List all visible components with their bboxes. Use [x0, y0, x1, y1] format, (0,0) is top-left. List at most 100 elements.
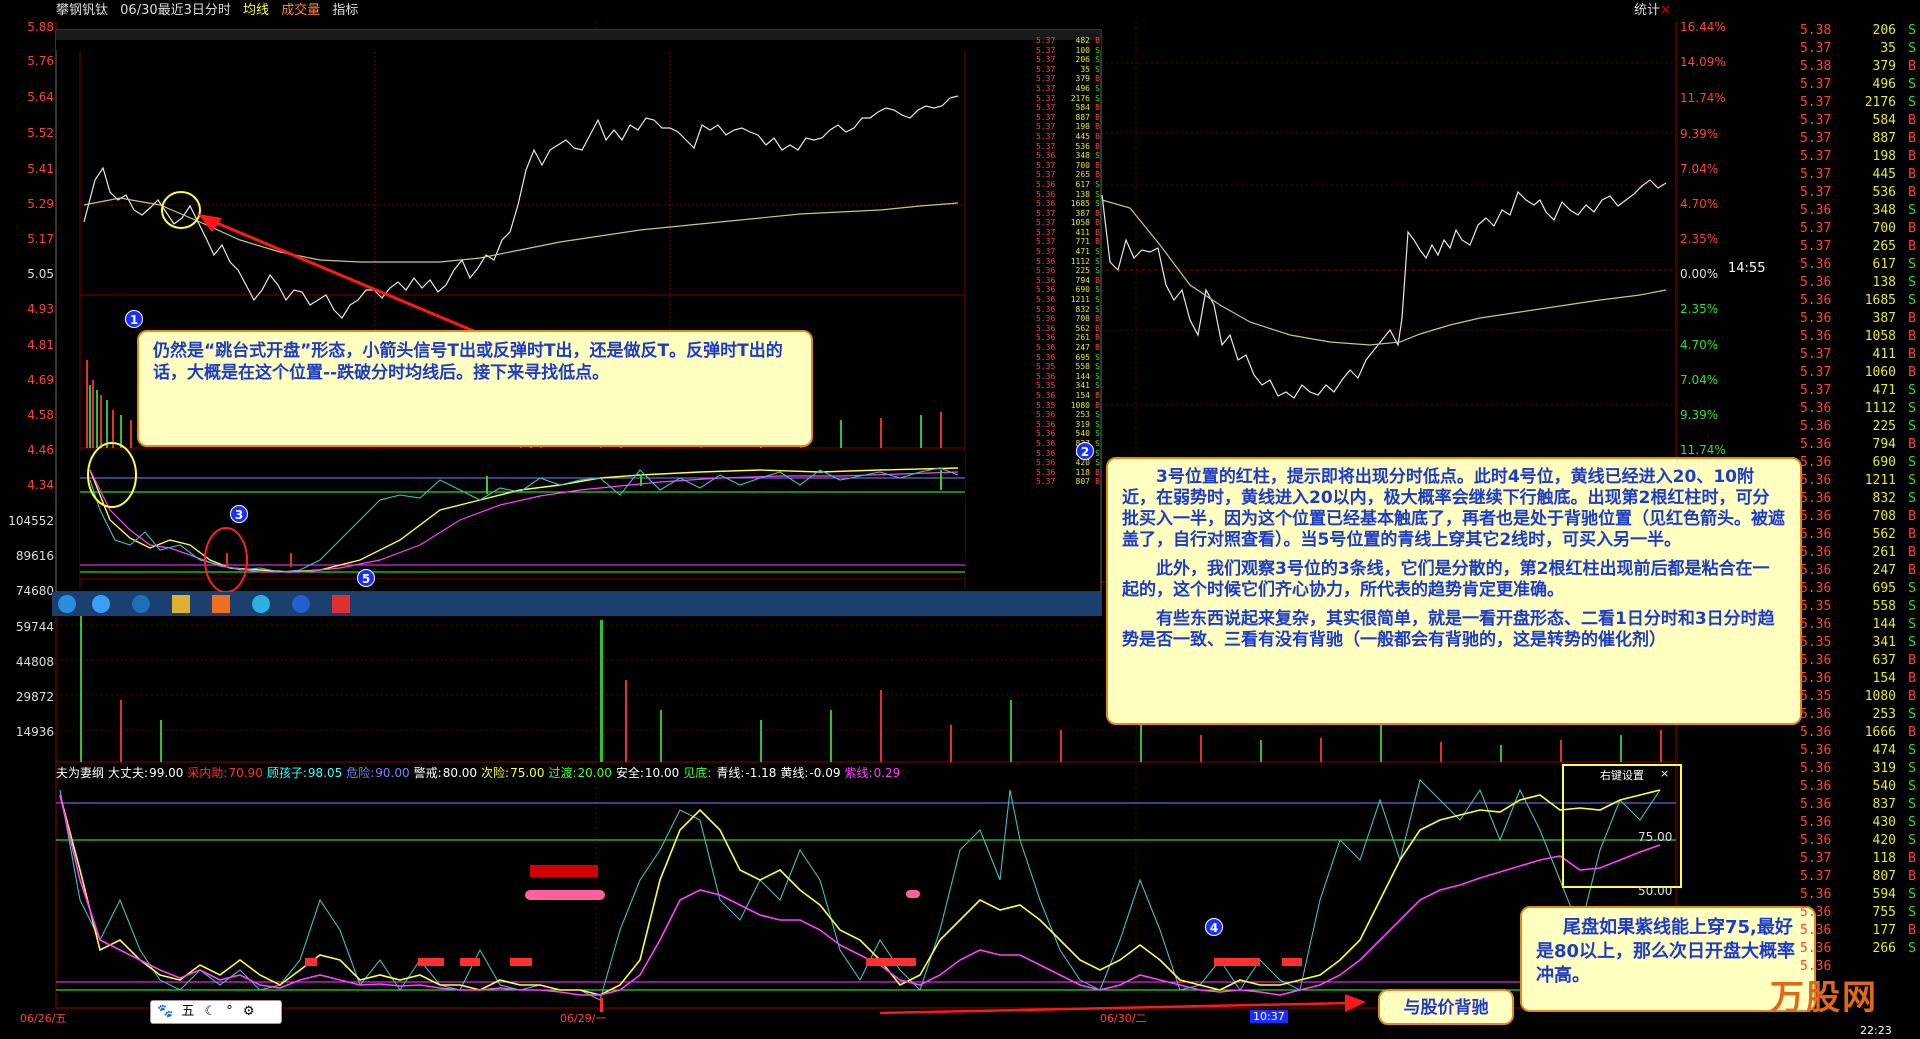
ticker-price: 5.36 — [1800, 275, 1832, 290]
ticker-row: 5.36 261 B — [1800, 544, 1920, 562]
yellow-line — [59, 789, 1661, 996]
inset-ticker-price: 5.36 — [1036, 410, 1056, 420]
inset-ticker-price: 5.36 — [1036, 390, 1056, 400]
level-label-50: 50.00 — [1638, 884, 1673, 898]
inset-ticker-side: S — [1095, 45, 1100, 55]
ticker-side: S — [1908, 257, 1916, 272]
marker-3: 3 — [230, 505, 248, 523]
inset-ticker-price: 5.37 — [1036, 45, 1056, 55]
ticker-price: 5.36 — [1800, 797, 1832, 812]
ticker-side: S — [1908, 293, 1916, 308]
pct-axis-label: 2.35% — [1680, 302, 1719, 316]
inset-ticker-row: 5.37 807 B — [1036, 477, 1100, 487]
ticker-price: 5.37 — [1800, 347, 1832, 362]
ticker-row: 5.36 540 S — [1800, 778, 1920, 796]
folder-icon[interactable] — [172, 595, 190, 613]
inset-ticker-price: 5.37 — [1036, 122, 1056, 132]
inset-ticker-side: B — [1095, 314, 1100, 324]
ticker-side: B — [1908, 239, 1916, 254]
inset-ticker-side: B — [1095, 74, 1100, 84]
indicator-item-label: 过渡: — [548, 766, 577, 780]
ticker-row: 5.36 177 B — [1800, 922, 1920, 940]
inset-ticker-side: B — [1095, 400, 1100, 410]
indicator-item-value: 10.00 — [644, 766, 680, 780]
marker-2: 2 — [1076, 442, 1094, 460]
price-axis-label: 5.88 — [27, 20, 54, 34]
marker-5: 5 — [357, 569, 375, 587]
ticker-row: 5.37 471 S — [1800, 382, 1920, 400]
inset-ticker-row: 5.36 253 S — [1036, 410, 1100, 420]
app-icon[interactable] — [332, 595, 350, 613]
indicator-item-label: 大丈夫: — [108, 766, 149, 780]
settings-close-icon[interactable]: × — [1660, 767, 1669, 780]
ticker-volume: 558 — [1872, 599, 1896, 614]
start-icon[interactable] — [58, 595, 76, 613]
toolbar-glyph[interactable]: 五 — [181, 1004, 194, 1019]
inset-ticker-volume: 253 — [1075, 410, 1090, 420]
moon-icon[interactable]: ☾ — [204, 1004, 216, 1019]
inset-ticker-side: S — [1095, 64, 1100, 74]
ticker-side: B — [1908, 365, 1916, 380]
volume-axis-label: 14936 — [15, 725, 54, 739]
ticker-volume: 700 — [1872, 221, 1896, 236]
indicator-item-label: 警戒: — [413, 766, 442, 780]
inset-ticker-price: 5.36 — [1036, 199, 1056, 209]
price-axis-label: 4.34 — [27, 478, 54, 492]
paw-icon[interactable]: 🐾 — [157, 1004, 173, 1019]
pct-axis-label: 4.70% — [1680, 338, 1719, 352]
inset-ticker-volume: 584 — [1075, 103, 1090, 113]
ticker-price: 5.36 — [1800, 887, 1832, 902]
ticker-volume: 411 — [1872, 347, 1896, 362]
ticker-row: 5.36 348 S — [1800, 202, 1920, 220]
ticker-row: 5.37 2176 S — [1800, 94, 1920, 112]
ticker-price: 5.36 — [1800, 473, 1832, 488]
pct-axis-label: 16.44% — [1680, 20, 1726, 34]
inset-ticker-price: 5.36 — [1036, 275, 1056, 285]
app-icon[interactable] — [252, 595, 270, 613]
settings-button[interactable]: 右键设置 — [1600, 767, 1644, 783]
ticker-row: 5.36 247 B — [1800, 562, 1920, 580]
ticker-volume: 1685 — [1864, 293, 1896, 308]
ticker-price: 5.36 — [1800, 743, 1832, 758]
inset-ticker-price: 5.36 — [1036, 295, 1056, 305]
inset-ticker-volume: 341 — [1075, 381, 1090, 391]
inset-ticker-row: 5.36 319 S — [1036, 420, 1100, 430]
ticker-price: 5.36 — [1800, 257, 1832, 272]
indicator-item-label: 见底: — [683, 766, 712, 780]
inset-ticker-volume: 1058 — [1070, 218, 1090, 228]
inset-ticker-row: 5.37 482 B — [1036, 36, 1100, 46]
inset-ticker-side: B — [1095, 170, 1100, 180]
indicator-item-value: 98.05 — [307, 766, 343, 780]
inset-ticker-row: 5.37 265 B — [1036, 170, 1100, 180]
inset-ticker-row: 5.37 411 B — [1036, 228, 1100, 238]
inset-ticker-side: S — [1095, 352, 1100, 362]
inset-ticker-price: 5.37 — [1036, 112, 1056, 122]
inset-ticker-volume: 445 — [1075, 131, 1090, 141]
ticker-side: B — [1908, 869, 1916, 884]
app-icon[interactable] — [132, 595, 150, 613]
ticker-row: 5.36 690 S — [1800, 454, 1920, 472]
ticker-row: 5.36 1666 B — [1800, 724, 1920, 742]
inset-ticker-side: S — [1095, 266, 1100, 276]
inset-ticker-price: 5.35 — [1036, 400, 1056, 410]
ticker-price: 5.36 — [1800, 941, 1832, 956]
ticker-volume: 708 — [1872, 509, 1896, 524]
browser-icon[interactable] — [92, 595, 110, 613]
pct-axis-label: 11.74% — [1680, 443, 1726, 457]
ticker-side: B — [1908, 221, 1916, 236]
inset-ticker-volume: 562 — [1075, 323, 1090, 333]
ticker-price: 5.37 — [1800, 113, 1832, 128]
price-axis-label: 4.69 — [27, 373, 54, 387]
gear-icon[interactable]: ⚙ — [243, 1004, 255, 1019]
ticker-row: 5.37 887 B — [1800, 130, 1920, 148]
inset-ticker-row: 5.37 379 B — [1036, 74, 1100, 84]
app-icon[interactable] — [212, 595, 230, 613]
inset-ticker-price: 5.36 — [1036, 467, 1056, 477]
inset-ticker-volume: 695 — [1075, 352, 1090, 362]
cyan-line — [59, 778, 1661, 1001]
dot-icon[interactable]: ° — [226, 1004, 233, 1019]
ticker-side: S — [1908, 473, 1916, 488]
inset-ticker-row: 5.36 144 S — [1036, 372, 1100, 382]
ticker-volume: 584 — [1872, 113, 1896, 128]
app-icon[interactable] — [292, 595, 310, 613]
